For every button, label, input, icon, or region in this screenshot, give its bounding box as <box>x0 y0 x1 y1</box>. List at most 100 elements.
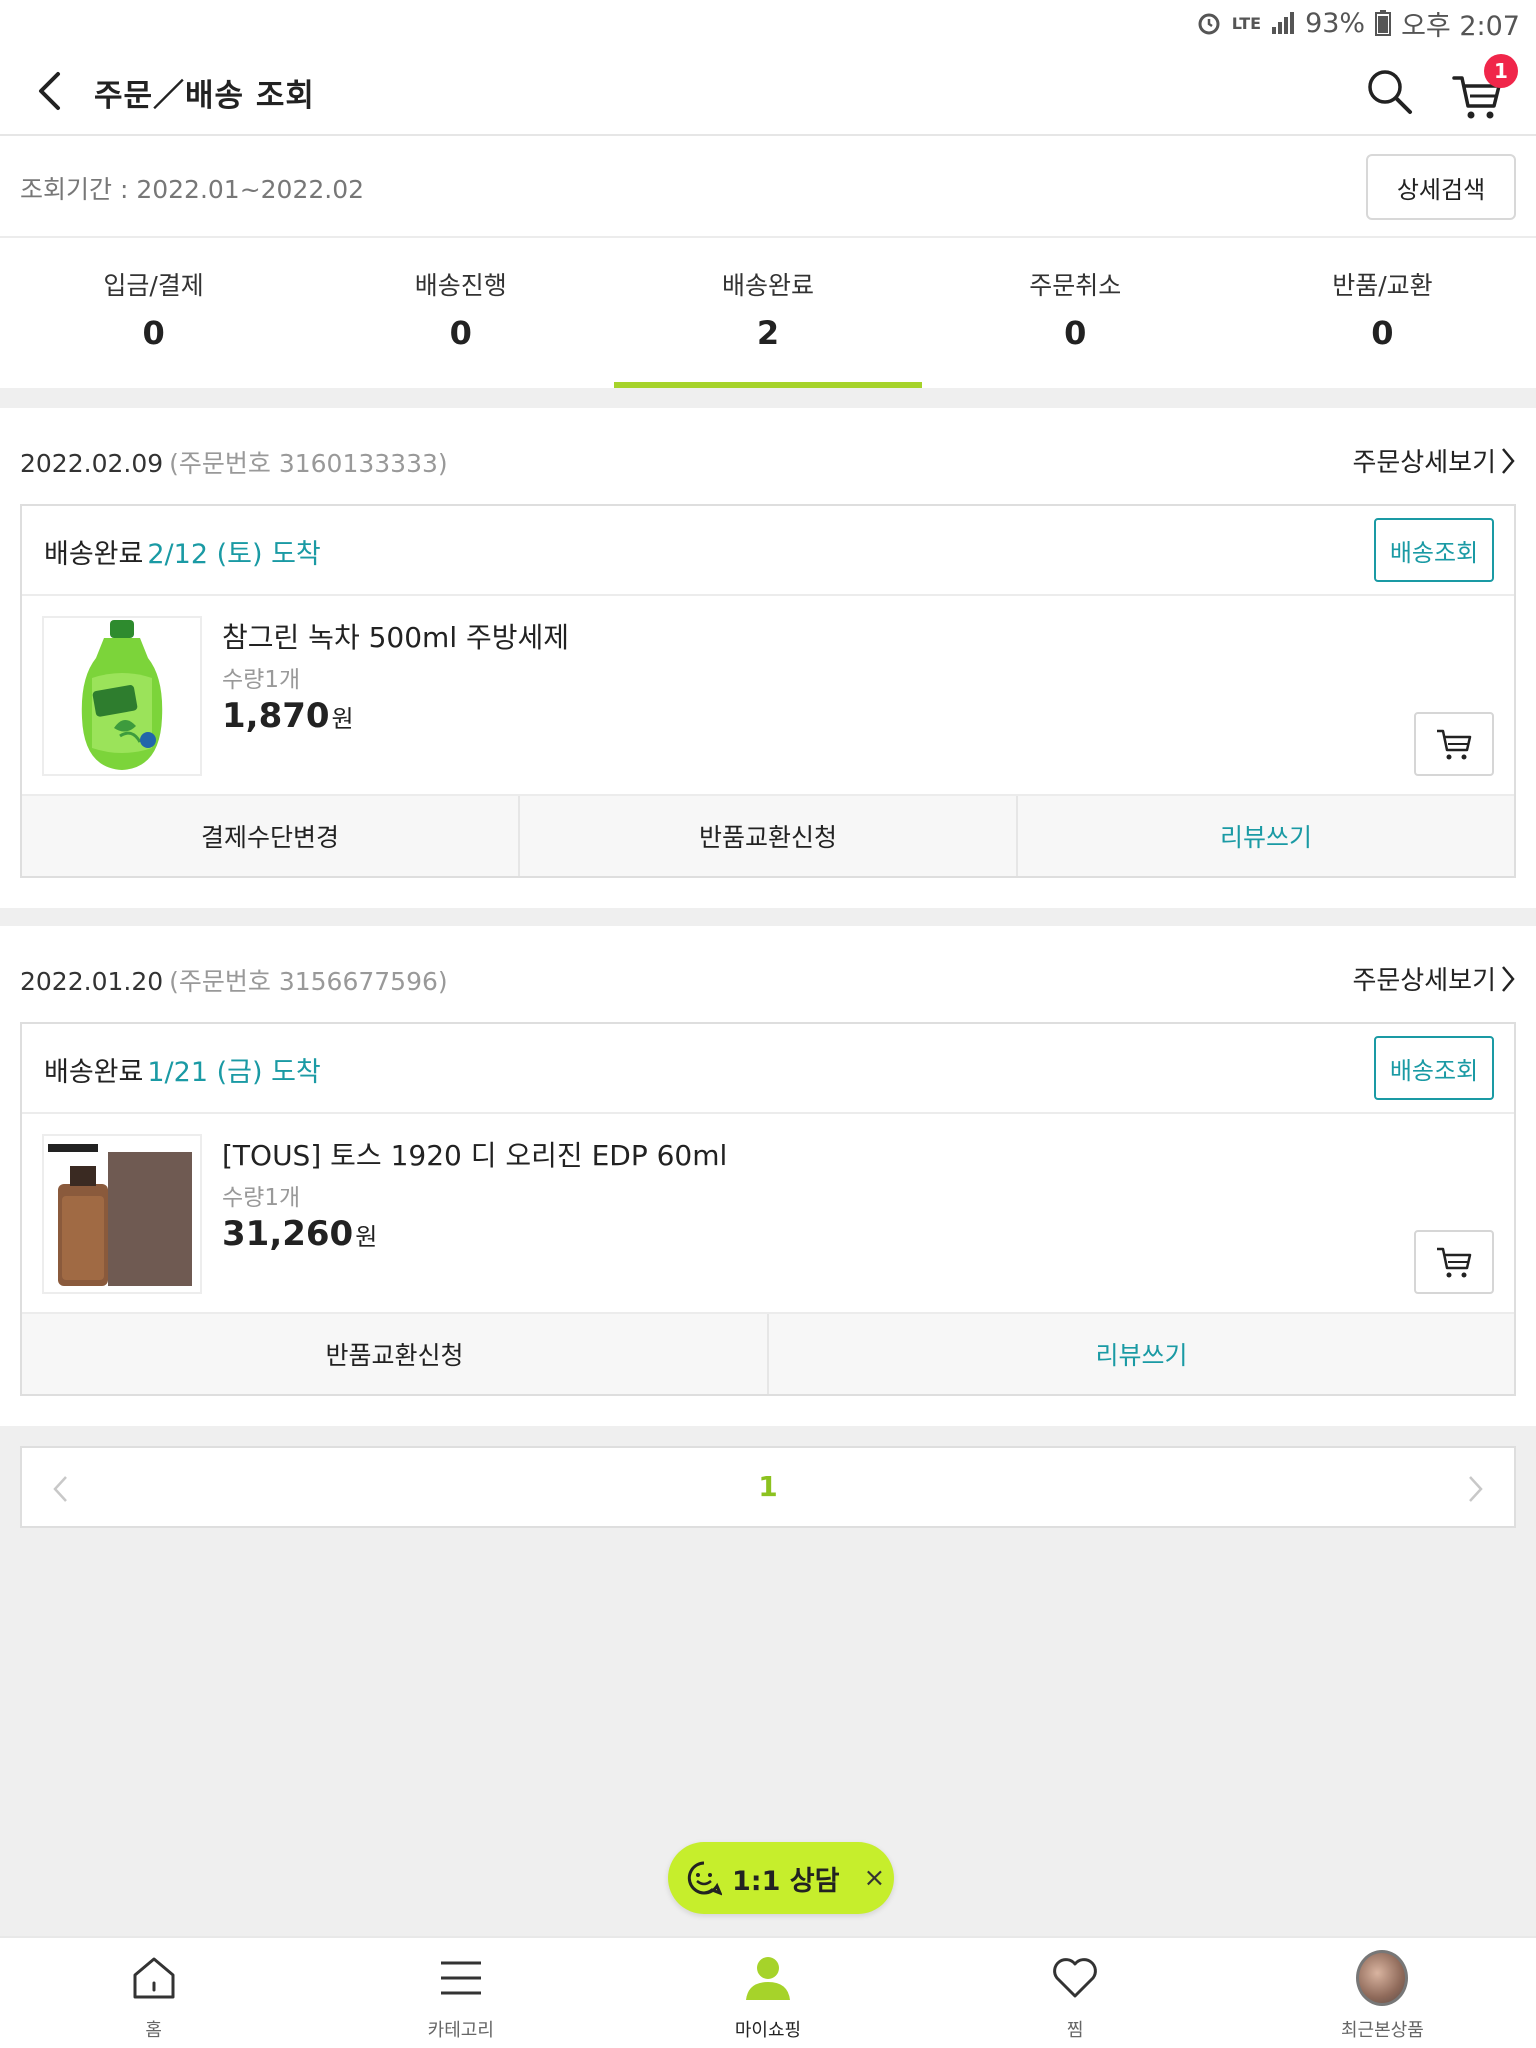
recent-product-thumbnail <box>1356 1950 1409 2006</box>
tab-count: 0 <box>1371 314 1394 352</box>
delivery-status-text: 배송완료 <box>44 539 144 570</box>
tab-delivered[interactable]: 배송완료 2 <box>614 238 922 388</box>
nav-label: 마이쇼핑 <box>734 2020 802 2041</box>
chevron-right-icon <box>1502 447 1515 474</box>
order-header: 2022.01.20 (주문번호 3156677596) 주문상세보기 <box>0 926 1536 1020</box>
chat-consult-button[interactable]: 1:1 상담 × <box>668 1842 894 1914</box>
order-block: 2022.02.09 (주문번호 3160133333) 주문상세보기 배송완료 2… <box>0 408 1536 908</box>
price-currency: 원 <box>355 1223 378 1251</box>
search-button[interactable] <box>1364 66 1414 116</box>
nav-recent-products[interactable]: 최근본상품 <box>1229 1938 1536 2048</box>
product-price: 1,870원 <box>222 696 354 736</box>
period-bar: 조회기간 : 2022.01~2022.02 상세검색 <box>0 136 1536 238</box>
order-card: 배송완료 2/12 (토) 도착 배송조회 참그린 녹차 500ml 주방세제 수… <box>20 504 1516 878</box>
order-number: (주문번호 3156677596) <box>169 967 448 996</box>
price-value: 31,260 <box>222 1214 354 1254</box>
app-header: 주문／배송 조회 1 <box>0 46 1536 136</box>
order-number: (주문번호 3160133333) <box>169 449 448 478</box>
track-delivery-button[interactable]: 배송조회 <box>1374 1036 1494 1100</box>
cart-icon <box>1437 1247 1472 1278</box>
nav-label: 찜 <box>1066 2020 1084 2041</box>
order-date-text: 2022.02.09 <box>20 449 164 478</box>
cart-count-badge: 1 <box>1484 54 1518 88</box>
order-actions: 결제수단변경 반품교환신청 리뷰쓰기 <box>22 796 1514 876</box>
nav-category[interactable]: 카테고리 <box>307 1938 614 2048</box>
add-to-cart-button[interactable] <box>1414 1230 1494 1294</box>
menu-icon <box>435 1952 487 2004</box>
delivery-status: 배송완료 2/12 (토) 도착 <box>44 532 321 571</box>
recent-product-image <box>1356 1950 1409 2006</box>
order-block: 2022.01.20 (주문번호 3156677596) 주문상세보기 배송완료 1… <box>0 926 1536 1426</box>
tab-payment[interactable]: 입금/결제 0 <box>0 238 307 388</box>
bottom-navigation: 홈 카테고리 마이쇼핑 찜 최근본상품 <box>0 1936 1536 2048</box>
product-quantity: 수량1개 <box>222 667 301 693</box>
tab-count: 0 <box>1064 314 1087 352</box>
delivery-status-row: 배송완료 1/21 (금) 도착 배송조회 <box>22 1024 1514 1114</box>
order-date: 2022.02.09 (주문번호 3160133333) <box>20 444 448 480</box>
product-image[interactable] <box>42 616 202 776</box>
order-detail-label: 주문상세보기 <box>1352 448 1496 478</box>
write-review-button[interactable]: 리뷰쓰기 <box>1018 796 1514 876</box>
heart-icon <box>1049 1952 1101 2004</box>
product-row: 참그린 녹차 500ml 주방세제 수량1개 1,870원 <box>22 596 1514 796</box>
network-indicator: LTE <box>1231 13 1262 33</box>
chevron-right-icon <box>1502 965 1515 992</box>
delivery-status-row: 배송완료 2/12 (토) 도착 배송조회 <box>22 506 1514 596</box>
cart-button[interactable]: 1 <box>1452 54 1518 120</box>
chat-close-button[interactable]: × <box>863 1863 885 1893</box>
nav-label: 카테고리 <box>427 2020 494 2041</box>
product-name[interactable]: 참그린 녹차 500ml 주방세제 <box>222 616 569 656</box>
period-label: 조회기간 : 2022.01~2022.02 <box>20 175 365 204</box>
change-payment-button[interactable]: 결제수단변경 <box>22 796 520 876</box>
clock: 오후 2:07 <box>1401 10 1520 42</box>
tab-cancelled[interactable]: 주문취소 0 <box>922 238 1229 388</box>
tab-label: 주문취소 <box>1029 271 1122 300</box>
product-image[interactable] <box>42 1134 202 1294</box>
battery-percent: 93% <box>1305 7 1366 39</box>
current-page[interactable]: 1 <box>22 1470 1514 1503</box>
detail-search-button[interactable]: 상세검색 <box>1366 154 1516 220</box>
product-price: 31,260원 <box>222 1214 377 1254</box>
battery-icon <box>1375 10 1392 36</box>
nav-my-shopping[interactable]: 마이쇼핑 <box>614 1938 921 2048</box>
track-delivery-button[interactable]: 배송조회 <box>1374 518 1494 582</box>
arrival-date: 1/21 (금) 도착 <box>147 1057 321 1088</box>
tab-shipping[interactable]: 배송진행 0 <box>307 238 614 388</box>
nav-wishlist[interactable]: 찜 <box>922 1938 1229 2048</box>
nav-home[interactable]: 홈 <box>0 1938 307 2048</box>
alarm-icon <box>1196 10 1222 36</box>
nav-label: 홈 <box>145 2020 162 2041</box>
nav-label: 최근본상품 <box>1341 2020 1424 2041</box>
signal-icon <box>1271 12 1295 34</box>
order-detail-link[interactable]: 주문상세보기 <box>1352 442 1516 479</box>
order-date: 2022.01.20 (주문번호 3156677596) <box>20 962 448 998</box>
product-name[interactable]: [TOUS] 토스 1920 디 오리진 EDP 60ml <box>222 1134 727 1174</box>
cart-icon <box>1437 729 1472 760</box>
chat-smile-icon <box>687 1861 722 1896</box>
product-quantity: 수량1개 <box>222 1185 301 1211</box>
tab-return-exchange[interactable]: 반품/교환 0 <box>1229 238 1536 388</box>
tab-label: 배송진행 <box>414 271 507 300</box>
tab-count: 2 <box>756 314 780 352</box>
price-value: 1,870 <box>222 696 330 736</box>
write-review-button[interactable]: 리뷰쓰기 <box>769 1314 1514 1394</box>
order-header: 2022.02.09 (주문번호 3160133333) 주문상세보기 <box>0 408 1536 502</box>
return-exchange-button[interactable]: 반품교환신청 <box>22 1314 769 1394</box>
person-icon <box>742 1952 794 2004</box>
return-exchange-button[interactable]: 반품교환신청 <box>520 796 1018 876</box>
chevron-right-icon <box>1469 1476 1483 1502</box>
tab-label: 입금/결제 <box>103 271 204 300</box>
order-card: 배송완료 1/21 (금) 도착 배송조회 [TOUS] 토스 1920 디 오리… <box>20 1022 1516 1396</box>
delivery-status-text: 배송완료 <box>44 1057 144 1088</box>
pagination: 1 <box>20 1446 1516 1528</box>
next-page-button[interactable] <box>1460 1472 1490 1506</box>
status-bar: LTE 93% 오후 2:07 <box>0 0 1536 46</box>
back-button[interactable] <box>26 68 72 114</box>
search-icon <box>1368 70 1412 114</box>
add-to-cart-button[interactable] <box>1414 712 1494 776</box>
price-currency: 원 <box>331 705 354 733</box>
tab-label: 반품/교환 <box>1332 271 1433 300</box>
order-detail-link[interactable]: 주문상세보기 <box>1352 960 1516 997</box>
page-title: 주문／배송 조회 <box>94 78 315 114</box>
delivery-status: 배송완료 1/21 (금) 도착 <box>44 1050 321 1089</box>
